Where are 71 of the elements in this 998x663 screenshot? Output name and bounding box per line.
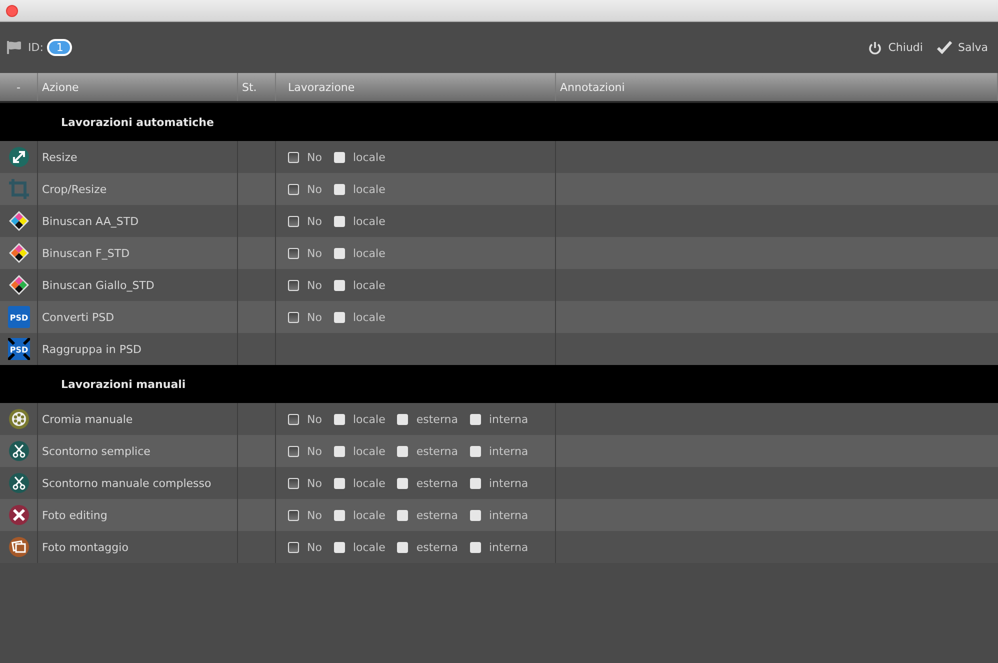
action-name: Resize xyxy=(42,150,78,164)
option-checkbox[interactable]: No xyxy=(288,278,322,292)
option-checkbox[interactable]: No xyxy=(288,444,322,458)
option-checkbox[interactable]: esterna xyxy=(397,476,458,490)
psd-group-icon: PSD xyxy=(8,338,30,360)
option-checkbox[interactable]: No xyxy=(288,214,322,228)
option-checkbox[interactable]: locale xyxy=(334,476,386,490)
option-checkbox[interactable]: locale xyxy=(334,508,386,522)
scissors-icon xyxy=(8,440,30,462)
option-checkbox[interactable]: locale xyxy=(334,412,386,426)
psd-file-icon: PSD xyxy=(8,306,30,328)
option-checkbox[interactable]: locale xyxy=(334,278,386,292)
color-wheel-icon xyxy=(8,408,30,430)
action-name: Crop/Resize xyxy=(42,182,107,196)
option-checkbox[interactable]: interna xyxy=(470,412,528,426)
id-label: ID: xyxy=(28,41,44,54)
action-name: Raggruppa in PSD xyxy=(42,342,142,356)
group-title: Lavorazioni manuali xyxy=(61,378,186,390)
scissors-icon xyxy=(8,472,30,494)
option-checkbox[interactable]: interna xyxy=(470,508,528,522)
option-checkbox[interactable]: No xyxy=(288,508,322,522)
column-header[interactable]: Azione xyxy=(38,73,238,101)
group-title: Lavorazioni automatiche xyxy=(61,116,214,128)
option-checkbox[interactable]: No xyxy=(288,412,322,426)
action-name: Foto editing xyxy=(42,508,108,522)
option-checkbox[interactable]: locale xyxy=(334,182,386,196)
option-checkbox[interactable]: No xyxy=(288,310,322,324)
option-checkbox[interactable]: No xyxy=(288,246,322,260)
option-checkbox[interactable]: esterna xyxy=(397,540,458,554)
option-checkbox[interactable]: No xyxy=(288,182,322,196)
option-checkbox[interactable]: locale xyxy=(334,246,386,260)
action-name: Binuscan F_STD xyxy=(42,246,130,260)
option-checkbox[interactable]: locale xyxy=(334,150,386,164)
column-header[interactable]: Lavorazione xyxy=(276,73,556,101)
column-header[interactable]: - xyxy=(0,73,38,101)
action-name: Binuscan AA_STD xyxy=(42,214,139,228)
option-checkbox[interactable]: locale xyxy=(334,444,386,458)
option-checkbox[interactable]: No xyxy=(288,150,322,164)
option-checkbox[interactable]: locale xyxy=(334,540,386,554)
option-checkbox[interactable]: No xyxy=(288,476,322,490)
option-checkbox[interactable]: No xyxy=(288,540,322,554)
crop-icon xyxy=(8,178,30,200)
action-name: Scontorno semplice xyxy=(42,444,150,458)
option-checkbox[interactable]: esterna xyxy=(397,412,458,426)
option-checkbox[interactable]: locale xyxy=(334,310,386,324)
close-window-button[interactable] xyxy=(6,4,18,16)
option-checkbox[interactable]: interna xyxy=(470,444,528,458)
resize-arrows-icon xyxy=(8,146,30,168)
action-name: Scontorno manuale complesso xyxy=(42,476,212,490)
action-name: Cromia manuale xyxy=(42,412,133,426)
column-header[interactable]: St. xyxy=(238,73,276,101)
option-checkbox[interactable]: esterna xyxy=(397,508,458,522)
column-header[interactable]: Annotazioni xyxy=(556,73,998,101)
option-checkbox[interactable]: esterna xyxy=(397,444,458,458)
checkmark-icon xyxy=(936,41,952,54)
photos-icon xyxy=(8,536,30,558)
option-checkbox[interactable]: interna xyxy=(470,540,528,554)
power-icon xyxy=(868,40,882,54)
crossed-tools-icon xyxy=(8,504,30,526)
option-checkbox[interactable]: interna xyxy=(470,476,528,490)
id-badge: 1 xyxy=(47,39,72,56)
save-button[interactable]: Salva xyxy=(934,41,990,54)
action-name: Binuscan Giallo_STD xyxy=(42,278,154,292)
color-diamond-icon xyxy=(8,274,30,296)
action-name: Foto montaggio xyxy=(42,540,128,554)
action-name: Converti PSD xyxy=(42,310,114,324)
color-diamond-icon xyxy=(8,210,30,232)
option-checkbox[interactable]: locale xyxy=(334,214,386,228)
flag-icon xyxy=(6,41,22,54)
color-diamond-icon xyxy=(8,242,30,264)
close-button[interactable]: Chiudi xyxy=(866,40,925,54)
